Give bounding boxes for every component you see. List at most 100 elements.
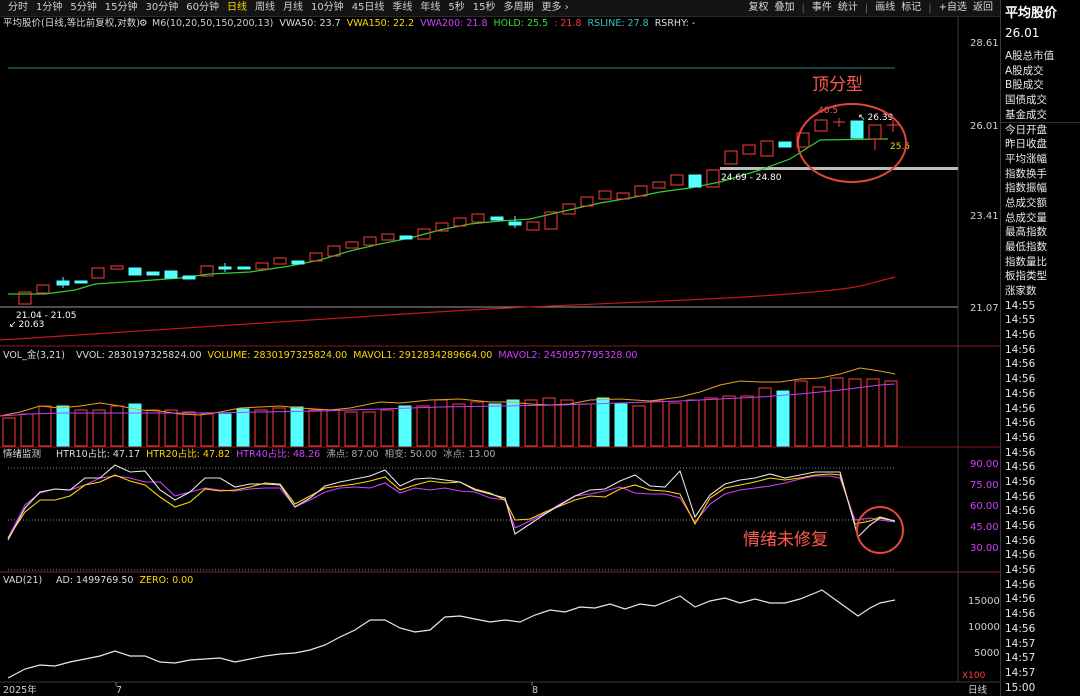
chart-area[interactable]: 平均股价(日线,等比前复权,对数) ⚙ M6(10,20,50,150,200,… xyxy=(0,17,1000,696)
tick-time: 14:57 xyxy=(1005,666,1036,679)
volume-bar xyxy=(326,409,340,447)
period-tab[interactable]: 15秒 xyxy=(469,0,500,16)
tick-time: 14:56 xyxy=(1005,475,1036,488)
volume-bar xyxy=(272,407,286,447)
candle xyxy=(760,140,774,157)
indicator-value: HOLD: 25.5 xyxy=(494,18,549,29)
period-tab[interactable]: 日线 xyxy=(223,0,251,16)
volume-bar xyxy=(866,378,880,447)
quote-field-label: 指数振幅 xyxy=(1005,182,1047,195)
tick-time: 14:56 xyxy=(1005,446,1036,459)
candle xyxy=(652,181,666,189)
date-axis: 2025年 7 8 日线 xyxy=(0,681,1000,696)
tool-button[interactable]: 统计 xyxy=(835,0,861,16)
low-price-label: ↙ 20.63 xyxy=(9,320,44,330)
sentiment-tick: 45.00 xyxy=(970,522,999,533)
volume-bar xyxy=(38,405,52,447)
volume-bar xyxy=(344,411,358,447)
volume-bar xyxy=(794,380,808,447)
volume-bar xyxy=(506,399,520,447)
vad-panel[interactable]: VAD(21) AD: 1499769.50 ZERO: 0.00 15000 1… xyxy=(3,575,1000,681)
period-tab[interactable]: 30分钟 xyxy=(141,0,182,16)
quote-field-label: 昨日收盘 xyxy=(1005,138,1047,151)
tool-button[interactable]: 叠加 xyxy=(771,0,797,16)
tool-button[interactable]: 返回 xyxy=(970,0,996,16)
period-tab[interactable]: 更多 › xyxy=(538,0,573,16)
period-tab[interactable]: 60分钟 xyxy=(182,0,223,16)
period-tab[interactable]: 年线 xyxy=(416,0,444,16)
toolbar-separator: | xyxy=(864,2,869,14)
volume-panel[interactable]: VOL_金(3,21) VVOL: 2830197325824.00 VOLUME… xyxy=(0,349,898,447)
sentiment-circle xyxy=(856,506,904,554)
tick-time: 14:56 xyxy=(1005,343,1036,356)
htr20-line xyxy=(7,473,896,539)
quote-field-label: 国债成交 xyxy=(1005,94,1047,107)
quote-field-label: 指数换手 xyxy=(1005,167,1047,180)
volume-bar xyxy=(632,405,646,447)
indicator-value: VWA200: 21.8 xyxy=(420,18,487,29)
candle xyxy=(91,267,105,279)
toolbar-separator: | xyxy=(801,2,805,14)
volume-bar xyxy=(380,409,394,447)
period-tab[interactable]: 5秒 xyxy=(444,0,468,16)
chart-tools: 复权 叠加 | 事件 统计 | 画线 标记 | +自选 返回 xyxy=(745,0,996,16)
tick-time: 14:56 xyxy=(1005,520,1036,532)
candle xyxy=(742,144,756,155)
quote-field-label: 基金成交 xyxy=(1005,108,1047,121)
sentiment-panel[interactable]: 情绪监测 HTR10占比: 47.17 HTR20占比: 47.82 HTR40占比… xyxy=(3,448,999,571)
tool-button[interactable]: 画线 xyxy=(872,0,898,16)
candle xyxy=(778,141,792,148)
volume-bar xyxy=(740,395,754,447)
vad-axis: 15000 10000 5000 X100 xyxy=(962,596,1000,681)
volume-bar xyxy=(650,400,664,447)
volume-bar xyxy=(56,405,70,447)
volume-bar xyxy=(488,403,502,447)
quote-fields: A股总市值 A股成交 B股成交 国债成交 基金成交 今日开盘 昨日收盘 平均涨幅 指数换手 指数振… xyxy=(1001,49,1080,696)
tick-time: 14:56 xyxy=(1005,549,1036,562)
period-tab[interactable]: 周线 xyxy=(251,0,279,16)
volume-bar xyxy=(110,405,124,447)
volume-bar xyxy=(290,406,304,447)
quote-field-label: B股成交 xyxy=(1005,79,1044,92)
period-tab[interactable]: 分时 xyxy=(4,0,32,16)
sentiment-tick: 90.00 xyxy=(970,459,999,470)
candle xyxy=(598,190,612,200)
quote-field-label: 平均涨幅 xyxy=(1005,152,1047,165)
quote-field-label: 指数量比 xyxy=(1005,255,1047,268)
tool-button[interactable]: 标记 xyxy=(898,0,924,16)
period-tab[interactable]: 多周期 xyxy=(500,0,538,16)
quote-field-label: 今日开盘 xyxy=(1001,122,1080,137)
indicator-value: 相变: 50.00 xyxy=(385,448,437,460)
period-tab[interactable]: 45日线 xyxy=(348,0,389,16)
sentiment-tick: 60.00 xyxy=(970,501,999,512)
period-tab[interactable]: 10分钟 xyxy=(307,0,348,16)
indicator-value: M6(10,20,50,150,200,13) xyxy=(152,18,273,29)
tick-time: 14:56 xyxy=(1005,593,1036,606)
tick-time: 14:56 xyxy=(1005,578,1036,591)
quote-field-label: 最低指数 xyxy=(1005,240,1047,253)
tool-button[interactable]: +自选 xyxy=(936,0,970,16)
price-chart[interactable]: 21.04 - 21.05 ↙ 20.63 24.69 - 24.80 40.5 … xyxy=(0,38,999,341)
candle xyxy=(273,257,287,265)
volume-bar xyxy=(812,386,826,447)
quote-title: 平均股价 xyxy=(1005,6,1058,21)
period-tab[interactable]: 季线 xyxy=(388,0,416,16)
volume-bar xyxy=(704,397,718,447)
indicator-value: HTR20占比: 47.82 xyxy=(146,448,230,460)
period-tab[interactable]: 月线 xyxy=(279,0,307,16)
period-indicator: 日线 xyxy=(968,684,988,696)
indicator-value: ZERO: 0.00 xyxy=(139,575,193,586)
main-panel-header: 平均股价(日线,等比前复权,对数) ⚙ M6(10,20,50,150,200,… xyxy=(3,17,695,29)
period-tab[interactable]: 1分钟 xyxy=(32,0,66,16)
period-tab[interactable]: 5分钟 xyxy=(66,0,100,16)
candle xyxy=(291,260,305,265)
sentiment-tick: 75.00 xyxy=(970,480,999,491)
vad-scale-label: X100 xyxy=(962,671,986,681)
settings-icon[interactable]: ⚙ xyxy=(139,18,148,29)
period-tab[interactable]: 15分钟 xyxy=(101,0,142,16)
indicator-value: 冰点: 13.00 xyxy=(443,448,495,460)
volume-bar xyxy=(308,409,322,447)
candle xyxy=(363,236,377,246)
tool-button[interactable]: 事件 xyxy=(809,0,835,16)
tool-button[interactable]: 复权 xyxy=(745,0,771,16)
